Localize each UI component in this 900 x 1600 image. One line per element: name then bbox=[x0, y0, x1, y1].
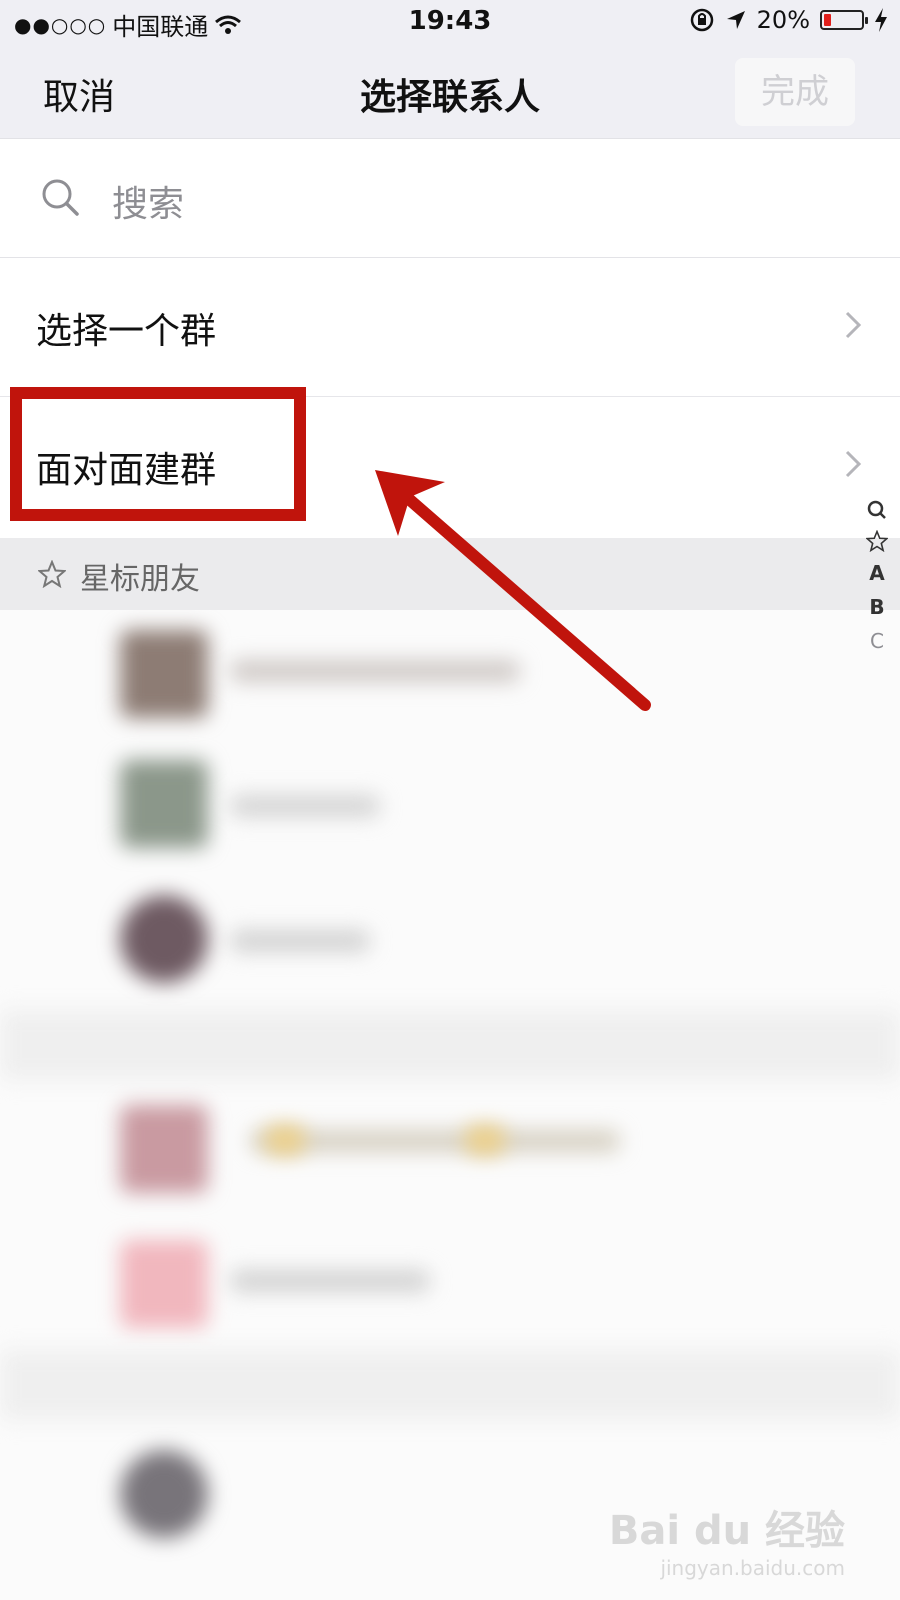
watermark: Bai du 经验 jingyan.baidu.com bbox=[609, 1498, 845, 1580]
watermark-url: jingyan.baidu.com bbox=[660, 1556, 845, 1580]
annotation-arrow bbox=[375, 470, 651, 711]
watermark-logo: Bai du 经验 bbox=[608, 1508, 845, 1554]
